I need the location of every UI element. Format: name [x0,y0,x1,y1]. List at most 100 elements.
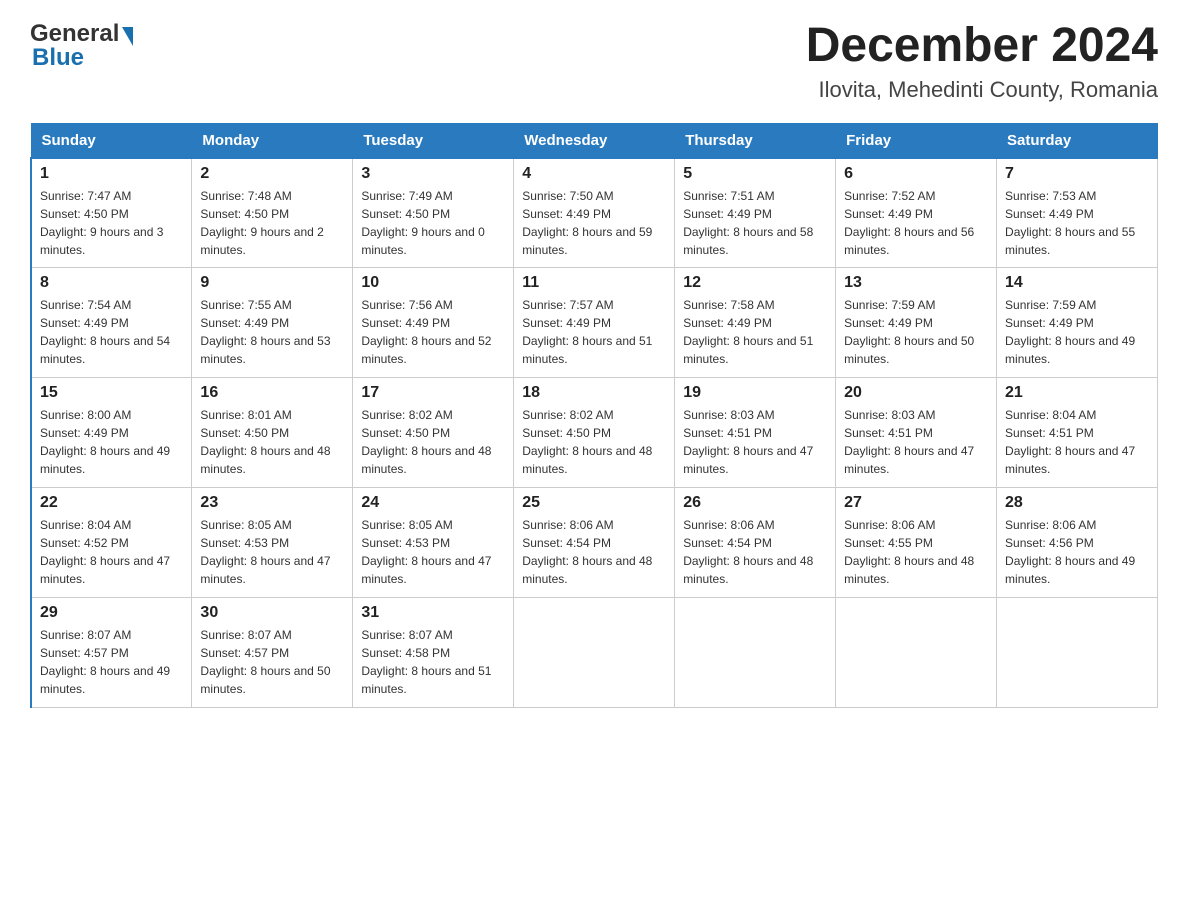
header-sunday: Sunday [31,123,192,158]
day-info: Sunrise: 7:56 AMSunset: 4:49 PMDaylight:… [361,298,491,366]
calendar-day-cell: 22 Sunrise: 8:04 AMSunset: 4:52 PMDaylig… [31,488,192,598]
day-number: 3 [361,165,505,183]
calendar-day-cell [514,598,675,708]
day-info: Sunrise: 8:07 AMSunset: 4:58 PMDaylight:… [361,628,491,696]
calendar-day-cell [997,598,1158,708]
day-info: Sunrise: 8:06 AMSunset: 4:55 PMDaylight:… [844,518,974,586]
logo-triangle-icon [122,27,133,46]
calendar-day-cell: 8 Sunrise: 7:54 AMSunset: 4:49 PMDayligh… [31,268,192,378]
day-info: Sunrise: 7:59 AMSunset: 4:49 PMDaylight:… [844,298,974,366]
calendar-day-cell: 21 Sunrise: 8:04 AMSunset: 4:51 PMDaylig… [997,378,1158,488]
day-number: 26 [683,494,827,512]
calendar-day-cell: 30 Sunrise: 8:07 AMSunset: 4:57 PMDaylig… [192,598,353,708]
day-number: 29 [40,604,183,622]
day-info: Sunrise: 8:06 AMSunset: 4:54 PMDaylight:… [522,518,652,586]
day-number: 2 [200,165,344,183]
day-number: 11 [522,274,666,292]
calendar-week-row: 29 Sunrise: 8:07 AMSunset: 4:57 PMDaylig… [31,598,1158,708]
day-number: 6 [844,165,988,183]
calendar-week-row: 8 Sunrise: 7:54 AMSunset: 4:49 PMDayligh… [31,268,1158,378]
day-number: 13 [844,274,988,292]
day-number: 30 [200,604,344,622]
calendar-day-cell: 10 Sunrise: 7:56 AMSunset: 4:49 PMDaylig… [353,268,514,378]
day-info: Sunrise: 7:51 AMSunset: 4:49 PMDaylight:… [683,189,813,257]
calendar-day-cell: 5 Sunrise: 7:51 AMSunset: 4:49 PMDayligh… [675,158,836,268]
day-number: 31 [361,604,505,622]
day-info: Sunrise: 8:05 AMSunset: 4:53 PMDaylight:… [361,518,491,586]
day-info: Sunrise: 8:02 AMSunset: 4:50 PMDaylight:… [361,408,491,476]
calendar-day-cell: 18 Sunrise: 8:02 AMSunset: 4:50 PMDaylig… [514,378,675,488]
calendar-day-cell: 31 Sunrise: 8:07 AMSunset: 4:58 PMDaylig… [353,598,514,708]
logo-blue-text: Blue [32,44,84,72]
day-info: Sunrise: 8:03 AMSunset: 4:51 PMDaylight:… [683,408,813,476]
day-number: 9 [200,274,344,292]
day-info: Sunrise: 8:07 AMSunset: 4:57 PMDaylight:… [40,628,170,696]
calendar-day-cell: 25 Sunrise: 8:06 AMSunset: 4:54 PMDaylig… [514,488,675,598]
calendar-day-cell: 1 Sunrise: 7:47 AMSunset: 4:50 PMDayligh… [31,158,192,268]
day-number: 28 [1005,494,1149,512]
calendar-day-cell: 6 Sunrise: 7:52 AMSunset: 4:49 PMDayligh… [836,158,997,268]
calendar-day-cell: 2 Sunrise: 7:48 AMSunset: 4:50 PMDayligh… [192,158,353,268]
calendar-day-cell: 27 Sunrise: 8:06 AMSunset: 4:55 PMDaylig… [836,488,997,598]
day-info: Sunrise: 7:53 AMSunset: 4:49 PMDaylight:… [1005,189,1135,257]
calendar-week-row: 1 Sunrise: 7:47 AMSunset: 4:50 PMDayligh… [31,158,1158,268]
day-number: 23 [200,494,344,512]
calendar-day-cell: 11 Sunrise: 7:57 AMSunset: 4:49 PMDaylig… [514,268,675,378]
calendar-day-cell: 23 Sunrise: 8:05 AMSunset: 4:53 PMDaylig… [192,488,353,598]
day-info: Sunrise: 7:57 AMSunset: 4:49 PMDaylight:… [522,298,652,366]
calendar-day-cell: 28 Sunrise: 8:06 AMSunset: 4:56 PMDaylig… [997,488,1158,598]
day-info: Sunrise: 7:54 AMSunset: 4:49 PMDaylight:… [40,298,170,366]
day-info: Sunrise: 8:03 AMSunset: 4:51 PMDaylight:… [844,408,974,476]
title-block: December 2024 Ilovita, Mehedinti County,… [806,20,1158,103]
day-number: 15 [40,384,183,402]
calendar-week-row: 22 Sunrise: 8:04 AMSunset: 4:52 PMDaylig… [31,488,1158,598]
location-subtitle: Ilovita, Mehedinti County, Romania [806,77,1158,103]
day-number: 5 [683,165,827,183]
day-info: Sunrise: 7:55 AMSunset: 4:49 PMDaylight:… [200,298,330,366]
calendar-day-cell: 14 Sunrise: 7:59 AMSunset: 4:49 PMDaylig… [997,268,1158,378]
day-number: 20 [844,384,988,402]
day-info: Sunrise: 8:06 AMSunset: 4:54 PMDaylight:… [683,518,813,586]
logo: General Blue [30,20,133,72]
header-monday: Monday [192,123,353,158]
calendar-day-cell: 9 Sunrise: 7:55 AMSunset: 4:49 PMDayligh… [192,268,353,378]
header-friday: Friday [836,123,997,158]
day-info: Sunrise: 7:52 AMSunset: 4:49 PMDaylight:… [844,189,974,257]
day-number: 1 [40,165,183,183]
calendar-day-cell: 20 Sunrise: 8:03 AMSunset: 4:51 PMDaylig… [836,378,997,488]
header-thursday: Thursday [675,123,836,158]
calendar-day-cell: 16 Sunrise: 8:01 AMSunset: 4:50 PMDaylig… [192,378,353,488]
day-number: 17 [361,384,505,402]
day-info: Sunrise: 8:02 AMSunset: 4:50 PMDaylight:… [522,408,652,476]
calendar-day-cell: 3 Sunrise: 7:49 AMSunset: 4:50 PMDayligh… [353,158,514,268]
day-number: 22 [40,494,183,512]
calendar-day-cell: 15 Sunrise: 8:00 AMSunset: 4:49 PMDaylig… [31,378,192,488]
day-number: 16 [200,384,344,402]
day-info: Sunrise: 8:06 AMSunset: 4:56 PMDaylight:… [1005,518,1135,586]
calendar-day-cell: 24 Sunrise: 8:05 AMSunset: 4:53 PMDaylig… [353,488,514,598]
day-info: Sunrise: 8:05 AMSunset: 4:53 PMDaylight:… [200,518,330,586]
calendar-day-cell: 26 Sunrise: 8:06 AMSunset: 4:54 PMDaylig… [675,488,836,598]
day-info: Sunrise: 8:01 AMSunset: 4:50 PMDaylight:… [200,408,330,476]
weekday-header-row: Sunday Monday Tuesday Wednesday Thursday… [31,123,1158,158]
day-number: 8 [40,274,183,292]
header-saturday: Saturday [997,123,1158,158]
day-number: 19 [683,384,827,402]
day-info: Sunrise: 8:04 AMSunset: 4:52 PMDaylight:… [40,518,170,586]
day-number: 18 [522,384,666,402]
header-wednesday: Wednesday [514,123,675,158]
calendar-day-cell: 29 Sunrise: 8:07 AMSunset: 4:57 PMDaylig… [31,598,192,708]
calendar-day-cell [675,598,836,708]
day-info: Sunrise: 7:59 AMSunset: 4:49 PMDaylight:… [1005,298,1135,366]
calendar-day-cell: 4 Sunrise: 7:50 AMSunset: 4:49 PMDayligh… [514,158,675,268]
header-tuesday: Tuesday [353,123,514,158]
calendar-day-cell: 7 Sunrise: 7:53 AMSunset: 4:49 PMDayligh… [997,158,1158,268]
calendar-day-cell [836,598,997,708]
day-number: 14 [1005,274,1149,292]
day-number: 10 [361,274,505,292]
day-number: 24 [361,494,505,512]
day-number: 21 [1005,384,1149,402]
calendar-day-cell: 12 Sunrise: 7:58 AMSunset: 4:49 PMDaylig… [675,268,836,378]
day-info: Sunrise: 8:07 AMSunset: 4:57 PMDaylight:… [200,628,330,696]
day-number: 27 [844,494,988,512]
